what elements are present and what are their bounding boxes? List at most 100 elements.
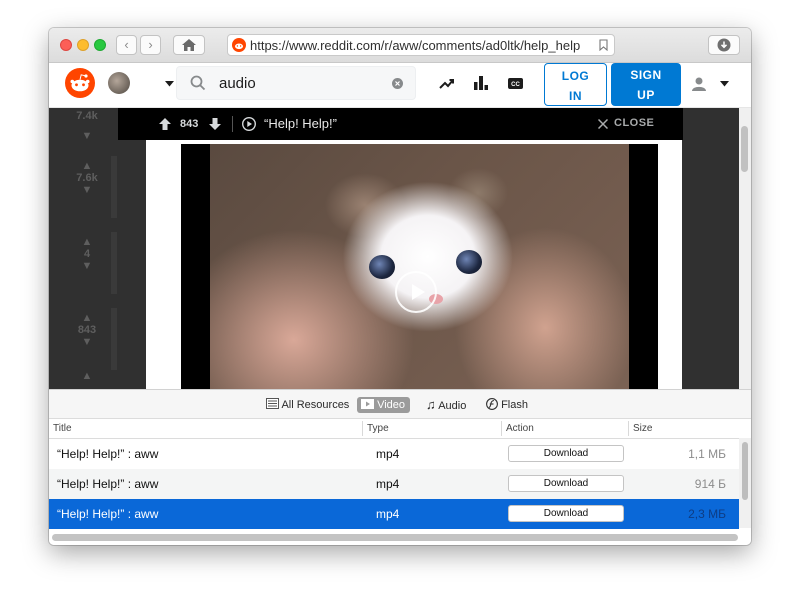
upvote-icon: ▲ xyxy=(81,370,93,382)
address-bar[interactable]: https://www.reddit.com/r/aww/comments/ad… xyxy=(227,34,615,56)
post-score: 843 xyxy=(180,118,199,130)
kitten-eye-right xyxy=(456,250,482,274)
row-title: “Help! Help!” : aww xyxy=(57,507,159,521)
download-button[interactable]: Download xyxy=(508,505,624,522)
feed-thumbnail xyxy=(111,232,117,294)
download-button[interactable]: Download xyxy=(508,475,624,492)
page-scrollbar-thumb[interactable] xyxy=(741,126,748,172)
signup-label-line2: UP xyxy=(637,88,655,102)
post-overlay-area: 7.4k ▼ ▲ 7.6k ▼ ▲ 4 ▼ ▲ 843 ▼ ▲ 843 “Hel… xyxy=(49,108,751,389)
page-icon xyxy=(266,398,279,409)
row-size: 1,1 МБ xyxy=(688,447,726,461)
table-row[interactable]: “Help! Help!” : aww mp4 Download 2,3 МБ xyxy=(49,499,739,529)
vote-count: 4 xyxy=(83,248,91,260)
upvote-icon[interactable] xyxy=(159,118,171,130)
row-title: “Help! Help!” : aww xyxy=(57,477,159,491)
user-icon xyxy=(692,77,706,91)
chevron-down-icon xyxy=(720,81,729,87)
column-header-size[interactable]: Size xyxy=(633,423,652,434)
film-icon xyxy=(361,399,374,409)
subreddit-avatar[interactable] xyxy=(108,72,130,94)
row-title: “Help! Help!” : aww xyxy=(57,447,159,461)
filter-audio[interactable]: ♫ Audio xyxy=(422,397,471,413)
upvote-icon: ▲ xyxy=(81,160,93,172)
closed-captions-icon[interactable]: CC xyxy=(508,78,523,89)
url-text: https://www.reddit.com/r/aww/comments/ad… xyxy=(250,38,581,53)
column-header-action[interactable]: Action xyxy=(506,423,534,434)
reddit-header: audio CC LOG IN SIGN UP xyxy=(49,63,751,108)
chevron-right-icon: › xyxy=(148,37,153,52)
chevron-down-icon[interactable] xyxy=(165,81,174,87)
table-horizontal-scrollbar[interactable] xyxy=(52,534,738,541)
feed-vote-column: ▲ 4 ▼ xyxy=(63,236,111,272)
table-row[interactable]: “Help! Help!” : aww mp4 Download 914 Б xyxy=(49,469,739,499)
feed-thumbnail xyxy=(111,156,117,218)
downvote-icon: ▼ xyxy=(81,336,93,348)
resource-filter-bar: All Resources Video ♫ Audio Flash xyxy=(49,390,751,419)
trending-icon[interactable] xyxy=(439,78,455,90)
column-header-title[interactable]: Title xyxy=(53,423,72,434)
filter-label: Video xyxy=(377,399,405,411)
reddit-logo-icon[interactable] xyxy=(65,68,95,98)
download-circle-icon xyxy=(717,38,731,52)
vote-count: 7.6k xyxy=(76,172,98,184)
home-icon xyxy=(182,39,196,51)
column-divider[interactable] xyxy=(362,421,363,436)
minimize-window-button[interactable] xyxy=(77,39,89,51)
home-button[interactable] xyxy=(173,35,205,55)
downloads-button[interactable] xyxy=(708,35,740,55)
row-size: 914 Б xyxy=(694,477,726,491)
column-divider[interactable] xyxy=(628,421,629,436)
video-post-icon xyxy=(242,117,256,131)
post-title: “Help! Help!” xyxy=(264,116,337,131)
flash-icon xyxy=(486,398,498,410)
video-frame-kitten xyxy=(210,144,629,389)
upvote-icon: ▲ xyxy=(81,312,93,324)
search-field[interactable]: audio xyxy=(176,66,416,100)
music-note-icon: ♫ xyxy=(426,397,436,412)
divider xyxy=(232,116,233,132)
back-button[interactable]: ‹ xyxy=(116,35,137,55)
title-bar: ‹ › https://www.reddit.com/r/aww/comment… xyxy=(49,28,751,63)
user-menu[interactable] xyxy=(689,73,739,95)
forward-button[interactable]: › xyxy=(140,35,161,55)
downvote-icon[interactable] xyxy=(209,118,221,130)
svg-text:CC: CC xyxy=(511,82,520,88)
search-icon xyxy=(190,75,206,91)
vote-count: 843 xyxy=(77,324,97,336)
table-row[interactable]: “Help! Help!” : aww mp4 Download 1,1 МБ xyxy=(49,439,739,469)
filter-label: All Resources xyxy=(281,399,350,411)
filter-all-resources[interactable]: All Resources xyxy=(262,397,354,413)
clear-search-icon[interactable] xyxy=(392,78,403,89)
download-button[interactable]: Download xyxy=(508,445,624,462)
column-divider[interactable] xyxy=(501,421,502,436)
row-type: mp4 xyxy=(376,507,400,521)
bookmark-icon[interactable] xyxy=(599,39,608,51)
zoom-window-button[interactable] xyxy=(94,39,106,51)
signup-label-line1: SIGN xyxy=(630,68,662,82)
search-input[interactable]: audio xyxy=(219,75,256,92)
filter-label: Flash xyxy=(501,399,528,411)
downvote-icon: ▼ xyxy=(81,260,93,272)
downvote-icon: ▼ xyxy=(81,184,93,196)
login-button[interactable]: LOG IN xyxy=(544,63,607,106)
play-button[interactable] xyxy=(395,271,437,313)
row-size: 2,3 МБ xyxy=(688,507,726,521)
table-vertical-scrollbar-thumb[interactable] xyxy=(742,442,748,500)
feed-vote-column: ▲ xyxy=(63,370,111,382)
popular-icon[interactable] xyxy=(474,76,488,90)
signup-button[interactable]: SIGN UP xyxy=(611,63,681,106)
close-window-button[interactable] xyxy=(60,39,72,51)
filter-video[interactable]: Video xyxy=(357,397,410,413)
feed-vote-column: ▲ 7.6k ▼ xyxy=(63,160,111,196)
filter-flash[interactable]: Flash xyxy=(482,397,533,413)
close-label: CLOSE xyxy=(614,117,655,129)
login-label-line2: IN xyxy=(569,89,582,103)
feed-vote-column: 7.4k ▼ xyxy=(63,110,111,142)
vote-count: 7.4k xyxy=(76,110,98,122)
upvote-icon: ▲ xyxy=(81,236,93,248)
browser-window: ‹ › https://www.reddit.com/r/aww/comment… xyxy=(49,28,751,545)
resources-table-header: Title Type Action Size xyxy=(49,419,751,439)
column-header-type[interactable]: Type xyxy=(367,423,389,434)
feed-thumbnail xyxy=(111,308,117,370)
